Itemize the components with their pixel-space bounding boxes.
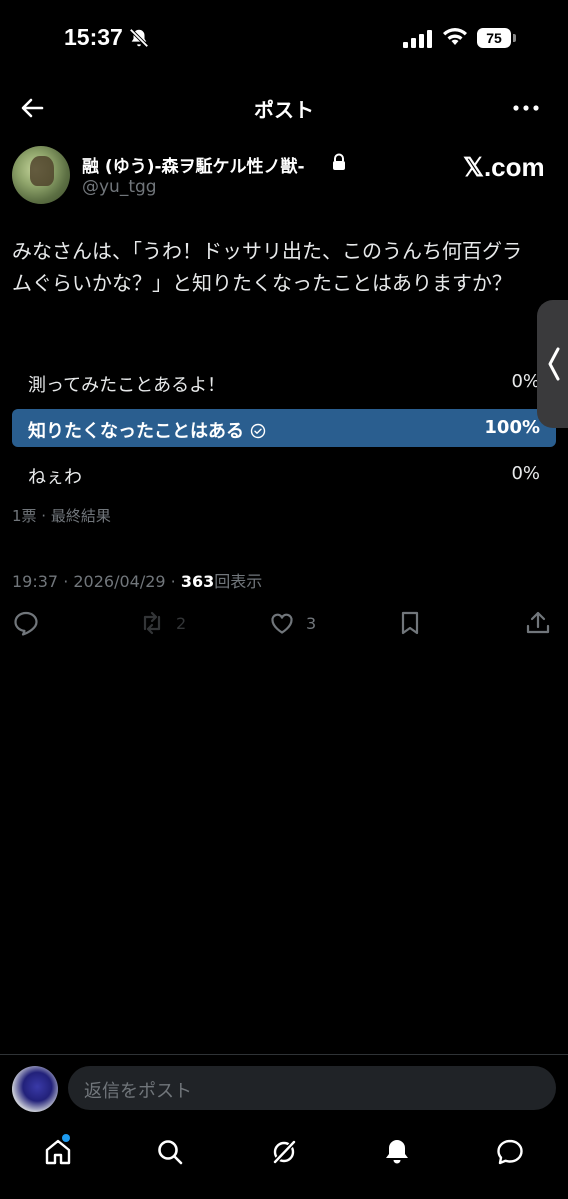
reply-button[interactable]: [12, 606, 50, 640]
grok-icon[interactable]: [268, 1136, 300, 1168]
x-com-badge: 𝕏.com: [463, 152, 545, 182]
more-options-icon[interactable]: [510, 94, 542, 122]
bookmark-button[interactable]: [396, 606, 424, 640]
poll-option-label: 測ってみたことあるよ！: [28, 375, 226, 396]
author-avatar[interactable]: [12, 146, 70, 204]
post-timestamp: 19:37 · 2026/04/29 · 363回表示: [12, 568, 262, 592]
page-title: ポスト: [254, 98, 314, 122]
poll-option: 測ってみたことあるよ！ 0%: [12, 363, 556, 401]
timestamp-text: 19:37 · 2026/04/29 ·: [12, 572, 181, 591]
chevron-left-icon: [548, 347, 560, 381]
home-icon[interactable]: [42, 1136, 74, 1168]
like-count: 3: [306, 613, 317, 633]
battery-indicator: 75: [477, 28, 511, 48]
check-circle-icon: [250, 423, 266, 439]
bell-slash-icon: [129, 28, 149, 48]
share-icon: [526, 611, 550, 634]
cellular-signal-icon: [403, 30, 432, 48]
repost-icon: [143, 611, 161, 635]
poll-option-label: 知りたくなったことはある: [28, 421, 244, 442]
share-button[interactable]: [524, 606, 552, 640]
author-display-name[interactable]: 融 (ゆう)-森ヲ駈ケル性ノ獣-: [82, 152, 305, 177]
search-icon[interactable]: [154, 1136, 186, 1168]
repost-count: 2: [176, 613, 187, 633]
views-count[interactable]: 363: [181, 572, 214, 591]
reply-icon: [14, 611, 38, 636]
post-detail-screen: 15:37 75 ポスト 融 (ゆう)-森ヲ駈ケル性ノ獣- @yu_tgg 𝕏.…: [0, 0, 568, 1199]
avatar-figure: [30, 156, 54, 186]
status-bar: 15:37 75: [0, 0, 568, 76]
side-panel-handle[interactable]: [537, 300, 568, 428]
author-handle[interactable]: @yu_tgg: [82, 177, 157, 197]
poll-option-percent: 0%: [511, 371, 540, 392]
poll-meta: 1票 · 最終結果: [12, 507, 111, 525]
heart-icon: [271, 613, 293, 634]
bottom-tab-bar: [0, 1130, 568, 1180]
poll-option: ねぇわ 0%: [12, 455, 556, 493]
poll-option-percent: 100%: [484, 417, 540, 438]
notification-dot: [62, 1134, 70, 1142]
header: ポスト: [0, 80, 568, 136]
messages-icon[interactable]: [494, 1136, 526, 1168]
poll-option-percent: 0%: [511, 463, 540, 484]
status-time: 15:37: [64, 24, 123, 50]
divider: [0, 1054, 568, 1055]
repost-button[interactable]: 2: [138, 606, 186, 640]
post-text: みなさんは、「うわ！ドッサリ出た、このうんち何百グラムぐらいかな？」と知りたくな…: [12, 239, 522, 295]
action-bar: 2 3: [0, 606, 568, 640]
like-button[interactable]: 3: [268, 606, 316, 640]
views-suffix: 回表示: [214, 572, 263, 591]
bell-icon[interactable]: [381, 1136, 413, 1168]
poll-option-winner: 知りたくなったことはある 100%: [12, 409, 556, 447]
reply-placeholder: 返信をポスト: [84, 1081, 192, 1102]
poll-option-label: ねぇわ: [28, 467, 82, 488]
wifi-icon: [443, 28, 467, 45]
lock-icon: [333, 153, 345, 170]
battery-tip: [513, 34, 516, 42]
bookmark-icon: [401, 611, 419, 635]
user-avatar[interactable]: [12, 1066, 58, 1112]
